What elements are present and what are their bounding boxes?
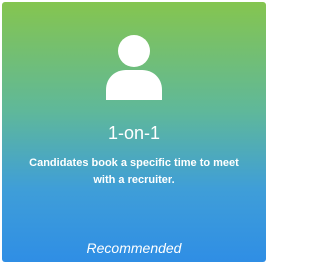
card-description: Candidates book a specific time to meet … — [29, 157, 239, 186]
meeting-type-card-1on1[interactable]: 1-on-1 Candidates book a specific time t… — [2, 2, 266, 262]
user-icon — [106, 34, 162, 100]
recommended-label: Recommended — [86, 240, 182, 256]
card-title: 1-on-1 — [107, 123, 161, 143]
